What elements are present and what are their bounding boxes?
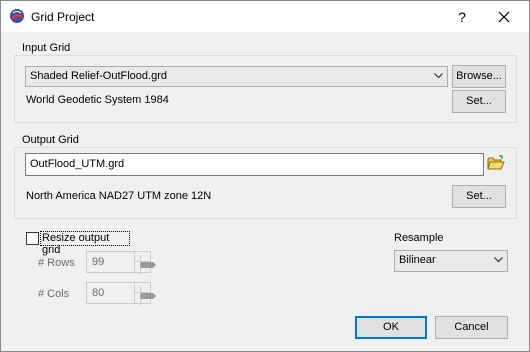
output-set-button[interactable]: Set... [452,185,506,208]
input-grid-select[interactable]: Shaded Relief-OutFlood.grd [25,66,448,87]
help-button[interactable]: ? [450,7,474,27]
window-title: Grid Project [31,10,95,24]
output-grid-label: Output Grid [21,134,80,146]
title-bar: Grid Project ? [1,1,529,32]
browse-button[interactable]: Browse... [452,65,506,88]
cols-increment [134,283,156,296]
output-projection: North America NAD27 UTM zone 12N [26,190,212,202]
rows-value: 99 [92,256,105,268]
resample-label: Resample [394,232,444,244]
resample-select[interactable]: Bilinear [394,250,508,272]
cols-label: # Cols [38,288,70,300]
resize-checkbox-label[interactable]: Resize output grid [40,231,130,256]
resample-selected: Bilinear [399,254,436,266]
input-grid-label: Input Grid [21,42,72,54]
rows-spinner: 99 [86,251,156,275]
chevron-down-icon [434,73,443,79]
chevron-down-icon [140,296,156,306]
output-filename-field[interactable]: OutFlood_UTM.grd [25,153,484,176]
rows-increment [134,252,156,265]
ok-button[interactable]: OK [355,316,427,339]
rows-decrement [134,262,156,275]
cols-decrement [134,293,156,306]
input-grid-selected: Shaded Relief-OutFlood.grd [30,70,167,82]
close-button[interactable] [492,7,516,27]
output-filename-value: OutFlood_UTM.grd [30,158,125,170]
cols-value: 80 [92,287,105,299]
chevron-down-icon [140,265,156,275]
cancel-button[interactable]: Cancel [435,316,508,339]
resize-checkbox[interactable] [26,232,39,245]
chevron-down-icon [494,257,503,263]
grid-project-dialog: Grid Project ? Input Grid Shaded Relief-… [0,0,530,352]
cols-spinner: 80 [86,282,156,306]
rows-label: # Rows [38,257,75,269]
app-icon [10,9,24,23]
close-icon [498,11,510,23]
input-projection: World Geodetic System 1984 [26,94,169,106]
open-folder-icon[interactable] [487,155,505,171]
input-set-button[interactable]: Set... [452,90,506,113]
